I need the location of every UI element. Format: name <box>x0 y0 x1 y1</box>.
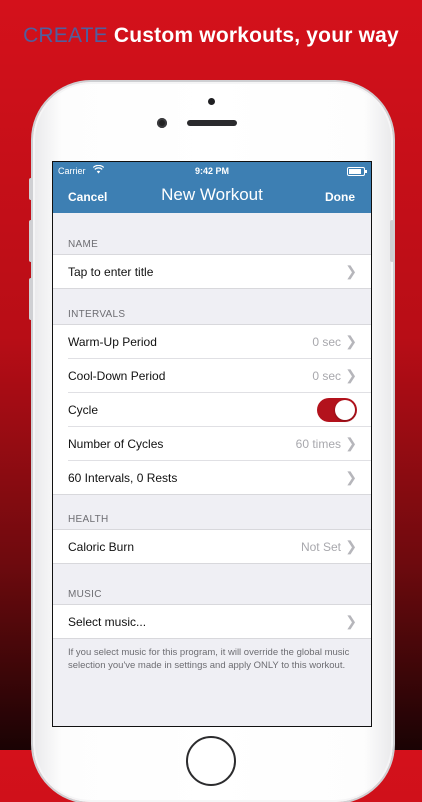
chevron-right-icon: ❯ <box>345 263 357 279</box>
caloric-burn-value: Not Set <box>300 540 341 554</box>
section-header-music: MUSIC <box>68 589 102 600</box>
section-header-intervals: INTERVALS <box>68 309 126 320</box>
warmup-label: Warm-Up Period <box>68 335 157 349</box>
select-music-label: Select music... <box>68 615 147 629</box>
cycle-row: Cycle <box>68 393 371 427</box>
phone-mute-switch <box>29 178 33 200</box>
chevron-right-icon: ❯ <box>345 469 357 485</box>
headline-text: Custom workouts, your way <box>113 24 399 47</box>
intervals-summary-row[interactable]: 60 Intervals, 0 Rests ❯ <box>68 461 371 494</box>
chevron-right-icon: ❯ <box>345 367 357 383</box>
section-header-health: HEALTH <box>68 514 109 525</box>
earpiece-speaker <box>187 120 237 126</box>
status-time: 9:42 PM <box>194 166 229 176</box>
cycles-count-value: 60 times <box>295 437 341 451</box>
cycles-count-label: Number of Cycles <box>68 437 164 451</box>
cooldown-row[interactable]: Cool-Down Period 0 sec ❯ <box>68 359 371 393</box>
chevron-right-icon: ❯ <box>345 613 357 629</box>
done-button[interactable]: Done <box>325 190 355 204</box>
phone-volume-up <box>29 220 33 262</box>
title-placeholder: Tap to enter title <box>68 265 154 279</box>
title-row[interactable]: Tap to enter title ❯ <box>68 255 371 288</box>
status-bar: Carrier 9:42 PM <box>53 162 371 180</box>
cycle-label: Cycle <box>68 403 99 417</box>
section-header-name: NAME <box>68 239 99 250</box>
navigation-bar: Carrier 9:42 PM Cancel New Workout Done <box>53 162 371 213</box>
intervals-group: Warm-Up Period 0 sec ❯ Cool-Down Period … <box>53 324 371 495</box>
front-camera <box>157 118 167 128</box>
toggle-knob <box>335 400 355 420</box>
music-footnote: If you select music for this program, it… <box>68 647 350 671</box>
chevron-right-icon: ❯ <box>345 333 357 349</box>
headline-keyword: CREATE <box>23 24 108 47</box>
cycle-toggle[interactable] <box>317 398 357 422</box>
warmup-value: 0 sec <box>312 335 341 349</box>
battery-icon <box>347 167 367 176</box>
caloric-burn-row[interactable]: Caloric Burn Not Set ❯ <box>68 530 371 563</box>
cooldown-label: Cool-Down Period <box>68 369 166 383</box>
warmup-row[interactable]: Warm-Up Period 0 sec ❯ <box>68 325 371 359</box>
select-music-row[interactable]: Select music... ❯ <box>68 605 371 638</box>
chevron-right-icon: ❯ <box>345 435 357 451</box>
health-group: Caloric Burn Not Set ❯ <box>53 529 371 564</box>
home-button <box>186 736 236 786</box>
camera-dot <box>208 98 215 105</box>
chevron-right-icon: ❯ <box>345 538 357 554</box>
marketing-headline: CREATE Custom workouts, your way <box>0 24 422 48</box>
cooldown-value: 0 sec <box>312 369 341 383</box>
cycles-count-row[interactable]: Number of Cycles 60 times ❯ <box>68 427 371 461</box>
music-group: Select music... ❯ <box>53 604 371 639</box>
intervals-summary-label: 60 Intervals, 0 Rests <box>68 471 178 485</box>
page-title: New Workout <box>161 185 263 204</box>
phone-volume-down <box>29 278 33 320</box>
name-group: Tap to enter title ❯ <box>53 254 371 289</box>
phone-power-button <box>390 220 394 262</box>
app-screen: Carrier 9:42 PM Cancel New Workout Done … <box>52 161 372 727</box>
caloric-burn-label: Caloric Burn <box>68 540 135 554</box>
